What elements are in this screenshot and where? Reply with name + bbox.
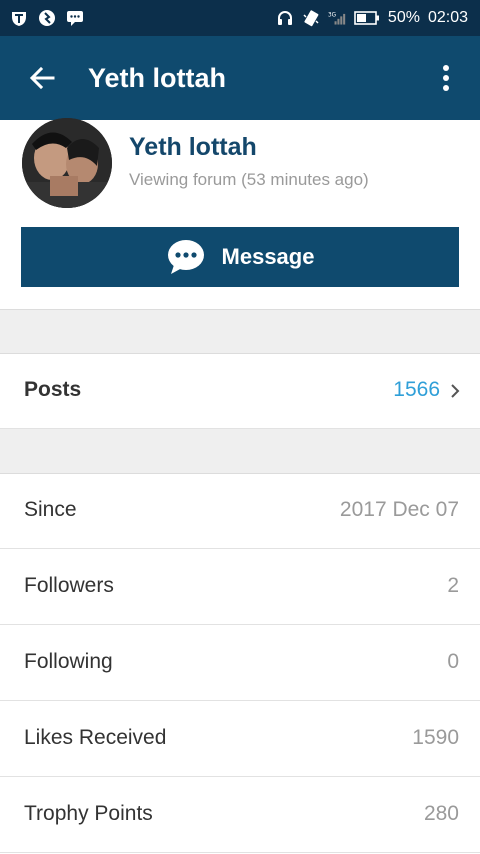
stat-row-since: Since 2017 Dec 07 xyxy=(0,474,480,549)
stat-value: 2017 Dec 07 xyxy=(339,498,459,521)
posts-label: Posts xyxy=(24,378,82,401)
headset-icon xyxy=(276,9,294,27)
stat-row-trophy-points: Trophy Points 280 xyxy=(0,778,480,853)
profile-name: Yeth lottah xyxy=(129,133,257,161)
posts-count: 1566 xyxy=(393,378,440,401)
profile-status: Viewing forum (53 minutes ago) xyxy=(129,170,369,189)
signal-icon: 3G xyxy=(328,9,346,27)
chat-notification-icon xyxy=(66,9,84,27)
tapatalk-icon xyxy=(10,9,28,27)
clock: 02:03 xyxy=(427,9,468,26)
stat-label: Likes Received xyxy=(24,726,167,749)
section-spacer xyxy=(0,429,480,473)
app-icon xyxy=(38,9,56,27)
svg-text:3G: 3G xyxy=(328,12,336,18)
more-vertical-icon xyxy=(443,65,449,91)
stat-label: Followers xyxy=(24,574,114,597)
status-bar: 3G 50% 02:03 xyxy=(0,0,480,36)
stat-row-likes-received: Likes Received 1590 xyxy=(0,702,480,777)
stat-value: 0 xyxy=(447,650,459,673)
stat-value: 280 xyxy=(423,802,459,825)
page-title: Yeth lottah xyxy=(88,62,227,93)
stat-label: Following xyxy=(24,650,113,673)
posts-row[interactable]: Posts 1566 xyxy=(0,354,480,429)
stat-label: Since xyxy=(24,498,77,521)
chat-bubble-icon xyxy=(167,240,204,274)
vibrate-icon xyxy=(302,9,320,27)
battery-icon xyxy=(354,9,380,27)
app-toolbar: Yeth lottah xyxy=(0,36,480,120)
stat-value: 2 xyxy=(447,574,459,597)
stat-row-following[interactable]: Following 0 xyxy=(0,626,480,701)
arrow-left-icon xyxy=(29,66,55,90)
message-button[interactable]: Message xyxy=(21,227,459,287)
stat-label: Trophy Points xyxy=(24,802,153,825)
overflow-menu-button[interactable] xyxy=(424,50,468,106)
profile-header: Yeth lottah Viewing forum (53 minutes ag… xyxy=(0,118,480,310)
chevron-right-icon xyxy=(451,384,460,398)
battery-percent: 50% xyxy=(387,9,420,26)
message-button-label: Message xyxy=(221,244,315,269)
back-button[interactable] xyxy=(14,50,70,106)
avatar[interactable] xyxy=(22,118,112,208)
stat-value: 1590 xyxy=(412,726,459,749)
stat-row-followers[interactable]: Followers 2 xyxy=(0,550,480,625)
section-spacer xyxy=(0,310,480,353)
